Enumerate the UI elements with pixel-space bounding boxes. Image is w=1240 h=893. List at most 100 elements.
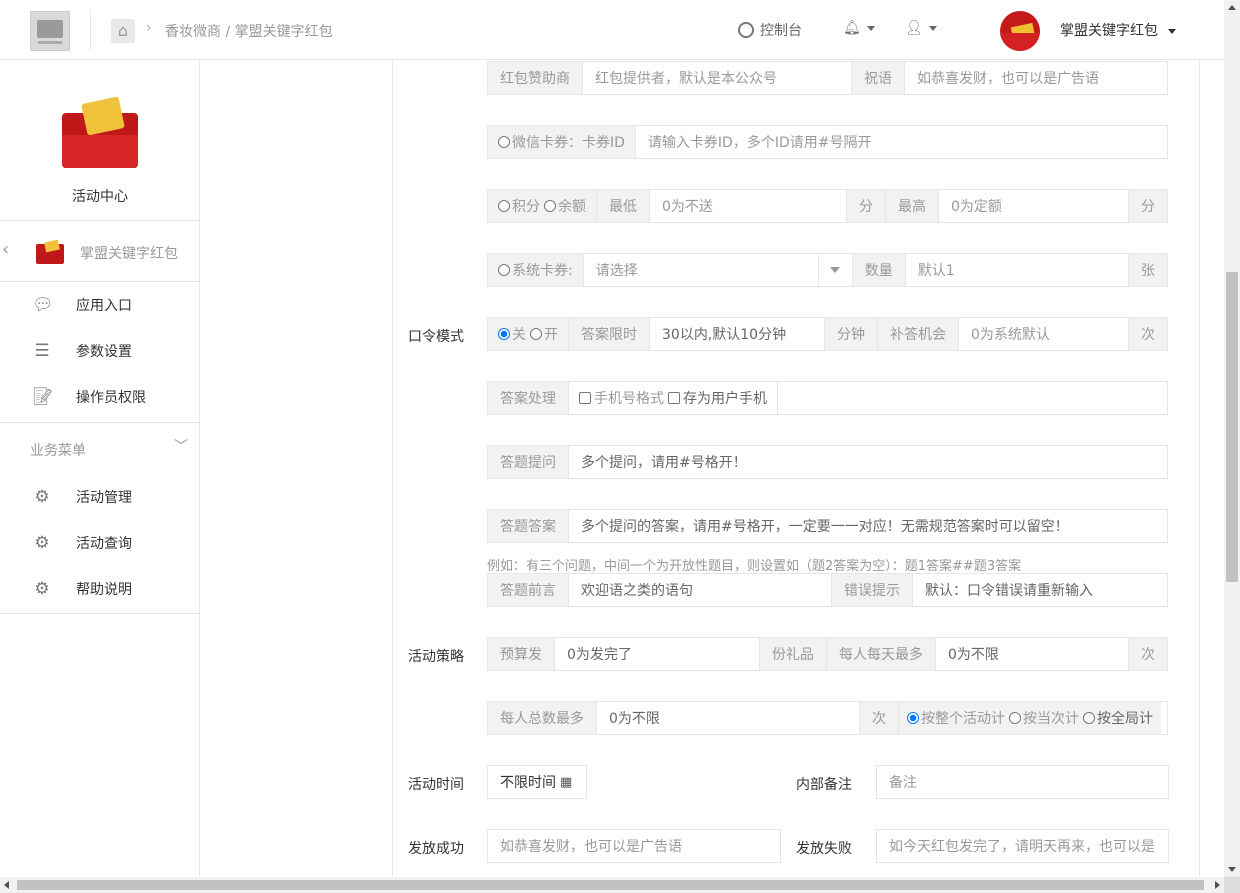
max-label: 最高 bbox=[886, 190, 939, 222]
list-icon: ☰ bbox=[34, 341, 50, 361]
sys-card-option[interactable]: 系统卡券: bbox=[488, 254, 584, 286]
breadcrumb[interactable]: 香妆微商 / 掌盟关键字红包 bbox=[165, 21, 333, 41]
sidebar-item-help[interactable]: ⚙ 帮助说明 bbox=[0, 566, 200, 612]
gear-icon: ⚙ bbox=[34, 579, 50, 599]
chat-icon: 💬︎ bbox=[32, 295, 54, 315]
sidebar-item-activity-manage[interactable]: ⚙ 活动管理 bbox=[0, 474, 200, 520]
unit-label: 张 bbox=[1128, 254, 1167, 286]
budget-label: 预算发 bbox=[488, 638, 555, 670]
user-menu[interactable]: 👤︎ bbox=[905, 20, 937, 36]
preface-input[interactable]: 欢迎语之类的语句 bbox=[569, 574, 831, 606]
preface-label: 答题前言 bbox=[488, 574, 569, 606]
times-label: 次 bbox=[1128, 638, 1167, 670]
retry-input[interactable]: 0为系统默认 bbox=[959, 318, 1128, 350]
time-picker[interactable]: 不限时间 ▦ bbox=[487, 765, 587, 799]
answer-label: 答题答案 bbox=[488, 510, 569, 542]
sidebar-app-name[interactable]: 掌盟关键字红包 bbox=[80, 243, 178, 263]
sidebar-item-operator[interactable]: 📝︎ 操作员权限 bbox=[0, 374, 200, 420]
error-input[interactable]: 默认：口令错误请重新输入 bbox=[913, 574, 1167, 606]
password-mode-label: 口令模式 bbox=[408, 329, 464, 345]
fail-input[interactable]: 如今天红包发完了，请明天再来，也可以是 bbox=[876, 829, 1169, 863]
daily-input[interactable]: 0为不限 bbox=[936, 638, 1128, 670]
sidebar-item-activity-query[interactable]: ⚙ 活动查询 bbox=[0, 520, 200, 566]
wx-card-radio[interactable] bbox=[498, 136, 510, 148]
gear-icon: ⚙ bbox=[34, 533, 50, 553]
balance-radio[interactable] bbox=[544, 200, 556, 212]
phone-format-checkbox[interactable] bbox=[579, 392, 591, 404]
chevron-left-icon[interactable]: ‹ bbox=[2, 239, 9, 260]
chevron-down-icon[interactable] bbox=[817, 254, 852, 286]
question-input[interactable]: 多个提问，请用#号格开！ bbox=[569, 446, 1167, 478]
user-icon: 👤︎ bbox=[905, 20, 923, 36]
chevron-down-icon bbox=[1168, 28, 1176, 34]
red-envelope-logo bbox=[62, 95, 138, 171]
points-options: 积分 余额 bbox=[488, 190, 597, 222]
answer-process-group: 答案处理 手机号格式 存为用户手机 bbox=[487, 381, 1168, 415]
chevron-right-icon: › bbox=[146, 20, 152, 36]
wx-card-option[interactable]: 微信卡券： 卡券ID bbox=[488, 126, 636, 158]
console-link[interactable]: 控制台 bbox=[738, 20, 802, 40]
unit-label: 分 bbox=[846, 190, 886, 222]
vertical-scrollbar[interactable] bbox=[1224, 0, 1240, 877]
question-label: 答题提问 bbox=[488, 446, 569, 478]
off-radio[interactable] bbox=[498, 328, 510, 340]
count-activity-radio[interactable] bbox=[907, 712, 919, 724]
on-radio[interactable] bbox=[530, 328, 542, 340]
wx-card-group: 微信卡券： 卡券ID 请输入卡券ID，多个ID请用#号隔开 bbox=[487, 125, 1168, 159]
count-session-radio[interactable] bbox=[1009, 712, 1021, 724]
chevron-down-icon bbox=[928, 25, 937, 31]
answer-group: 答题答案 多个提问的答案，请用#号格开，一定要一一对应！无需规范答案时可以留空！ bbox=[487, 509, 1168, 543]
blessing-input[interactable]: 如恭喜发财，也可以是广告语 bbox=[905, 62, 1167, 94]
password-group: 关 开 答案限时 30以内,默认10分钟 分钟 补答机会 0为系统默认 次 bbox=[487, 317, 1168, 351]
bell-icon: 🔔︎ bbox=[843, 20, 861, 36]
card-id-input[interactable]: 请输入卡券ID，多个ID请用#号隔开 bbox=[636, 126, 1167, 158]
red-envelope-icon bbox=[36, 239, 64, 265]
sponsor-input[interactable]: 红包提供者，默认是本公众号 bbox=[583, 62, 851, 94]
gear-icon: ⚙ bbox=[34, 487, 50, 507]
horizontal-scrollbar[interactable] bbox=[0, 877, 1224, 893]
sponsor-group: 红包赞助商 红包提供者，默认是本公众号 祝语 如恭喜发财，也可以是广告语 bbox=[487, 61, 1168, 95]
sponsor-label: 红包赞助商 bbox=[488, 62, 583, 94]
answer-process-options: 手机号格式 存为用户手机 bbox=[569, 382, 778, 414]
qty-input[interactable]: 默认1 bbox=[906, 254, 1128, 286]
sidebar-item-app-entry[interactable]: 💬︎ 应用入口 bbox=[0, 282, 200, 328]
remark-label: 内部备注 bbox=[796, 777, 852, 793]
min-input[interactable]: 0为不送 bbox=[650, 190, 846, 222]
fail-label: 发放失败 bbox=[796, 841, 852, 857]
count-global-radio[interactable] bbox=[1083, 712, 1095, 724]
sidebar-item-params[interactable]: ☰ 参数设置 bbox=[0, 328, 200, 374]
budget-input[interactable]: 0为发完了 bbox=[555, 638, 759, 670]
divider bbox=[0, 613, 200, 614]
limit-input[interactable]: 30以内,默认10分钟 bbox=[650, 318, 824, 350]
success-input[interactable]: 如恭喜发财，也可以是广告语 bbox=[487, 829, 781, 863]
points-group: 积分 余额 最低 0为不送 分 最高 0为定额 分 bbox=[487, 189, 1168, 223]
account-avatar[interactable] bbox=[1000, 11, 1040, 51]
answer-process-label: 答案处理 bbox=[488, 382, 569, 414]
answer-process-input[interactable] bbox=[778, 382, 1167, 414]
daily-label: 每人每天最多 bbox=[827, 638, 936, 670]
doc-edit-icon: 📝︎ bbox=[32, 387, 54, 407]
qty-label: 数量 bbox=[851, 254, 906, 286]
points-radio[interactable] bbox=[498, 200, 510, 212]
account-menu[interactable]: 掌盟关键字红包 bbox=[1060, 20, 1176, 40]
dashboard-icon bbox=[738, 22, 754, 38]
sys-card-radio[interactable] bbox=[498, 264, 510, 276]
max-input[interactable]: 0为定额 bbox=[939, 190, 1128, 222]
save-phone-checkbox[interactable] bbox=[668, 392, 680, 404]
answer-hint: 例如：有三个问题，中间一个为开放性题目，则设置如（题2答案为空）：题1答案##题… bbox=[487, 559, 1022, 574]
site-logo[interactable] bbox=[30, 11, 70, 51]
limit-label: 答案限时 bbox=[569, 318, 650, 350]
times-label: 次 bbox=[859, 702, 899, 734]
chevron-down-icon bbox=[866, 25, 875, 31]
home-icon[interactable]: ⌂ bbox=[111, 19, 135, 43]
scrollbar-corner bbox=[1224, 877, 1240, 893]
answer-input[interactable]: 多个提问的答案，请用#号格开，一定要一一对应！无需规范答案时可以留空！ bbox=[569, 510, 1167, 542]
unit-label: 分 bbox=[1128, 190, 1167, 222]
remark-input[interactable]: 备注 bbox=[876, 765, 1169, 799]
chevron-down-icon[interactable]: ﹀ bbox=[174, 436, 188, 456]
total-input[interactable]: 0为不限 bbox=[597, 702, 859, 734]
strategy-label: 活动策略 bbox=[408, 649, 464, 665]
notification-menu[interactable]: 🔔︎ bbox=[843, 20, 875, 36]
top-bar: ⌂ › 香妆微商 / 掌盟关键字红包 控制台 🔔︎ 👤︎ 掌盟关键字红包 bbox=[0, 0, 1224, 60]
card-select[interactable]: 请选择 bbox=[584, 254, 818, 286]
